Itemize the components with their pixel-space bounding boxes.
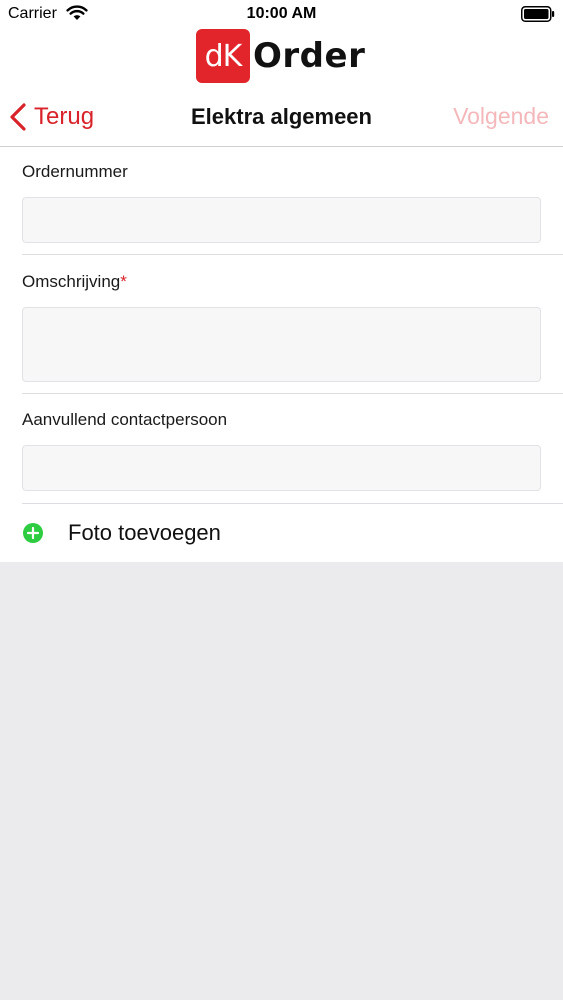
description-textarea[interactable] [22, 307, 541, 382]
content-panel: Carrier 10:00 AM dK Order Terug Elektra … [0, 0, 563, 562]
divider [22, 503, 563, 504]
status-bar: Carrier 10:00 AM [0, 0, 563, 30]
next-button[interactable]: Volgende [453, 103, 549, 130]
divider [22, 254, 563, 255]
order-number-label: Ordernummer [22, 162, 128, 181]
divider [22, 393, 563, 394]
logo-word: Order [253, 36, 366, 76]
battery-icon [521, 6, 555, 22]
app-screen: Carrier 10:00 AM dK Order Terug Elektra … [0, 0, 563, 1000]
required-marker: * [120, 272, 127, 291]
logo-badge: dK [196, 29, 250, 83]
order-number-input[interactable] [22, 197, 541, 243]
app-logo: dK Order [196, 29, 365, 83]
add-photo-button[interactable]: Foto toevoegen [22, 508, 221, 558]
plus-circle-icon [23, 523, 43, 543]
contact-person-input[interactable] [22, 445, 541, 491]
contact-person-label: Aanvullend contactpersoon [22, 410, 228, 429]
description-label-text: Omschrijving [22, 272, 121, 291]
clock: 10:00 AM [246, 5, 317, 22]
navigation-bar: Terug Elektra algemeen Volgende [0, 92, 563, 147]
add-photo-label: Foto toevoegen [68, 520, 221, 545]
description-label: Omschrijving* [22, 272, 127, 292]
